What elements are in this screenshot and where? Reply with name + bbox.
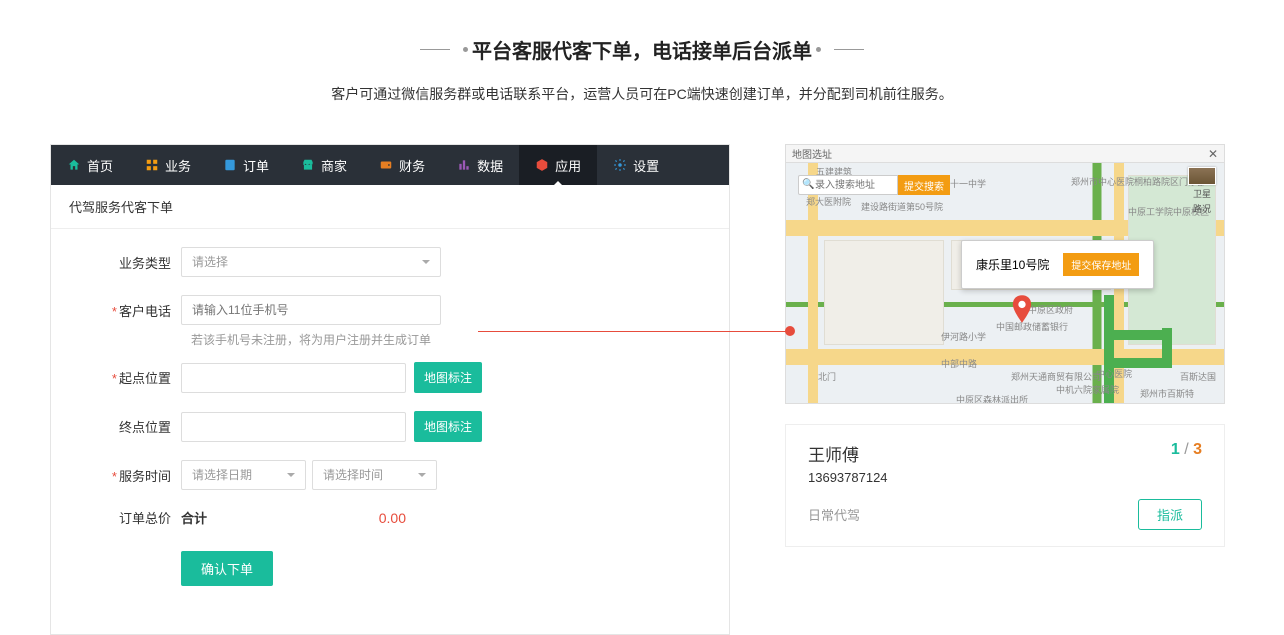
driver-phone: 13693787124 bbox=[808, 470, 888, 485]
nav-label: 应用 bbox=[555, 156, 581, 175]
map-label: 北门 bbox=[818, 370, 836, 383]
map-label: 中心医院 bbox=[1096, 367, 1132, 380]
driver-count-total: 3 bbox=[1193, 441, 1202, 458]
home-icon bbox=[67, 158, 81, 172]
nav-label: 商家 bbox=[321, 156, 347, 175]
nav-merchant[interactable]: 商家 bbox=[285, 145, 363, 185]
map-label: 中机六院家属院 bbox=[1056, 383, 1119, 396]
decor-line-right bbox=[834, 49, 864, 50]
list-icon bbox=[223, 158, 237, 172]
assign-driver-button[interactable]: 指派 bbox=[1138, 499, 1202, 530]
map-label: 郑大医附院 bbox=[806, 195, 851, 208]
map-layer-label: 卫星 bbox=[1193, 187, 1211, 200]
nav-home[interactable]: 首页 bbox=[51, 145, 129, 185]
nav-label: 订单 bbox=[243, 156, 269, 175]
nav-finance[interactable]: 财务 bbox=[363, 145, 441, 185]
map-label: 建设路街道第50号院 bbox=[861, 200, 943, 213]
driver-count-badge: 1 / 3 bbox=[1171, 441, 1202, 459]
map-label: 郑州市百斯特 bbox=[1140, 387, 1194, 400]
decor-dot-left bbox=[463, 47, 468, 52]
total-value: 0.00 bbox=[379, 510, 406, 526]
total-label: 订单总价 bbox=[91, 508, 181, 527]
map-label: 伊河路小学 bbox=[941, 330, 986, 343]
page-title-section: 平台客服代客下单，电话接单后台派单 bbox=[0, 0, 1284, 84]
map-pin-icon bbox=[1011, 295, 1033, 328]
end-input[interactable] bbox=[181, 412, 406, 442]
nav-label: 业务 bbox=[165, 156, 191, 175]
driver-service-tag: 日常代驾 bbox=[808, 505, 860, 524]
top-nav: 首页 业务 订单 商家 财务 数据 bbox=[51, 145, 729, 185]
chart-icon bbox=[457, 158, 471, 172]
phone-label: 客户电话 bbox=[91, 301, 181, 320]
biz-type-select[interactable]: 请选择 bbox=[181, 247, 441, 277]
map-label: 中原区森林派出所 bbox=[956, 393, 1028, 404]
start-label: 起点位置 bbox=[91, 368, 181, 387]
driver-count-current: 1 bbox=[1171, 441, 1180, 458]
nav-settings[interactable]: 设置 bbox=[597, 145, 675, 185]
nav-label: 设置 bbox=[633, 156, 659, 175]
map-label: 中部中路 bbox=[941, 357, 977, 370]
order-form-panel: 首页 业务 订单 商家 财务 数据 bbox=[50, 144, 730, 635]
end-map-mark-button[interactable]: 地图标注 bbox=[414, 411, 482, 442]
wallet-icon bbox=[379, 158, 393, 172]
decor-dot-right bbox=[816, 47, 821, 52]
start-input[interactable] bbox=[181, 363, 406, 393]
right-panel: 地图选址 ✕ 五建建筑 五十一中学 郑州市中心医院桐柏路院区门诊部 建设路街道第… bbox=[785, 144, 1225, 547]
grid-icon bbox=[145, 158, 159, 172]
nav-label: 首页 bbox=[87, 156, 113, 175]
driver-count-sep: / bbox=[1184, 441, 1193, 458]
nav-label: 财务 bbox=[399, 156, 425, 175]
driver-card: 王师傅 13693787124 1 / 3 日常代驾 指派 bbox=[785, 424, 1225, 547]
map-label: 百斯达国 bbox=[1180, 370, 1216, 383]
map-address-popup: 康乐里10号院 提交保存地址 bbox=[961, 240, 1154, 289]
map-label: 郑州市中心医院桐柏路院区门诊部 bbox=[1071, 175, 1206, 188]
form-page-title: 代驾服务代客下单 bbox=[51, 185, 729, 229]
nav-biz[interactable]: 业务 bbox=[129, 145, 207, 185]
biz-type-label: 业务类型 bbox=[91, 253, 181, 272]
map-dialog-header: 地图选址 ✕ bbox=[786, 145, 1224, 163]
map-label: 中原区政府 bbox=[1028, 303, 1073, 316]
driver-name: 王师傅 bbox=[808, 441, 888, 466]
map-picker[interactable]: 地图选址 ✕ 五建建筑 五十一中学 郑州市中心医院桐柏路院区门诊部 建设路街道第… bbox=[785, 144, 1225, 404]
submit-order-button[interactable]: 确认下单 bbox=[181, 551, 273, 586]
map-search-bar: 🔍 提交搜索 bbox=[798, 175, 950, 195]
map-layer-label2: 路况 bbox=[1193, 202, 1211, 215]
service-time-select[interactable]: 请选择时间 bbox=[312, 460, 437, 490]
satellite-layer-thumb bbox=[1188, 167, 1216, 185]
total-sum-label: 合计 bbox=[181, 508, 369, 527]
nav-data[interactable]: 数据 bbox=[441, 145, 519, 185]
phone-helper: 若该手机号未注册，将为用户注册并生成订单 bbox=[191, 331, 689, 348]
form-area: 业务类型 请选择 客户电话 若该手机号未注册，将为用户注册并生成订单 起点位置 … bbox=[51, 229, 729, 634]
page-title: 平台客服代客下单，电话接单后台派单 bbox=[472, 41, 812, 63]
nav-apps[interactable]: 应用 bbox=[519, 145, 597, 185]
map-search-button[interactable]: 提交搜索 bbox=[898, 175, 950, 195]
service-time-label: 服务时间 bbox=[91, 466, 181, 485]
start-map-mark-button[interactable]: 地图标注 bbox=[414, 362, 482, 393]
end-label: 终点位置 bbox=[91, 417, 181, 436]
map-save-address-button[interactable]: 提交保存地址 bbox=[1063, 253, 1139, 276]
popup-address-text: 康乐里10号院 bbox=[976, 256, 1049, 273]
shop-icon bbox=[301, 158, 315, 172]
map-block bbox=[824, 240, 944, 345]
phone-input[interactable] bbox=[181, 295, 441, 325]
service-date-select[interactable]: 请选择日期 bbox=[181, 460, 306, 490]
page-subtitle: 客户可通过微信服务群或电话联系平台，运营人员可在PC端快速创建订单，并分配到司机… bbox=[0, 84, 1284, 104]
nav-orders[interactable]: 订单 bbox=[207, 145, 285, 185]
map-close-button[interactable]: ✕ bbox=[1208, 147, 1218, 161]
map-route-segment bbox=[1112, 330, 1172, 340]
decor-line-left bbox=[420, 49, 450, 50]
map-label: 郑州天通商贸有限公司 bbox=[1011, 370, 1101, 383]
search-icon: 🔍 bbox=[802, 179, 814, 190]
nav-label: 数据 bbox=[477, 156, 503, 175]
cube-icon bbox=[535, 158, 549, 172]
map-layer-switcher[interactable]: 卫星 路况 bbox=[1188, 167, 1216, 215]
gear-icon bbox=[613, 158, 627, 172]
map-header-title: 地图选址 bbox=[792, 146, 832, 161]
